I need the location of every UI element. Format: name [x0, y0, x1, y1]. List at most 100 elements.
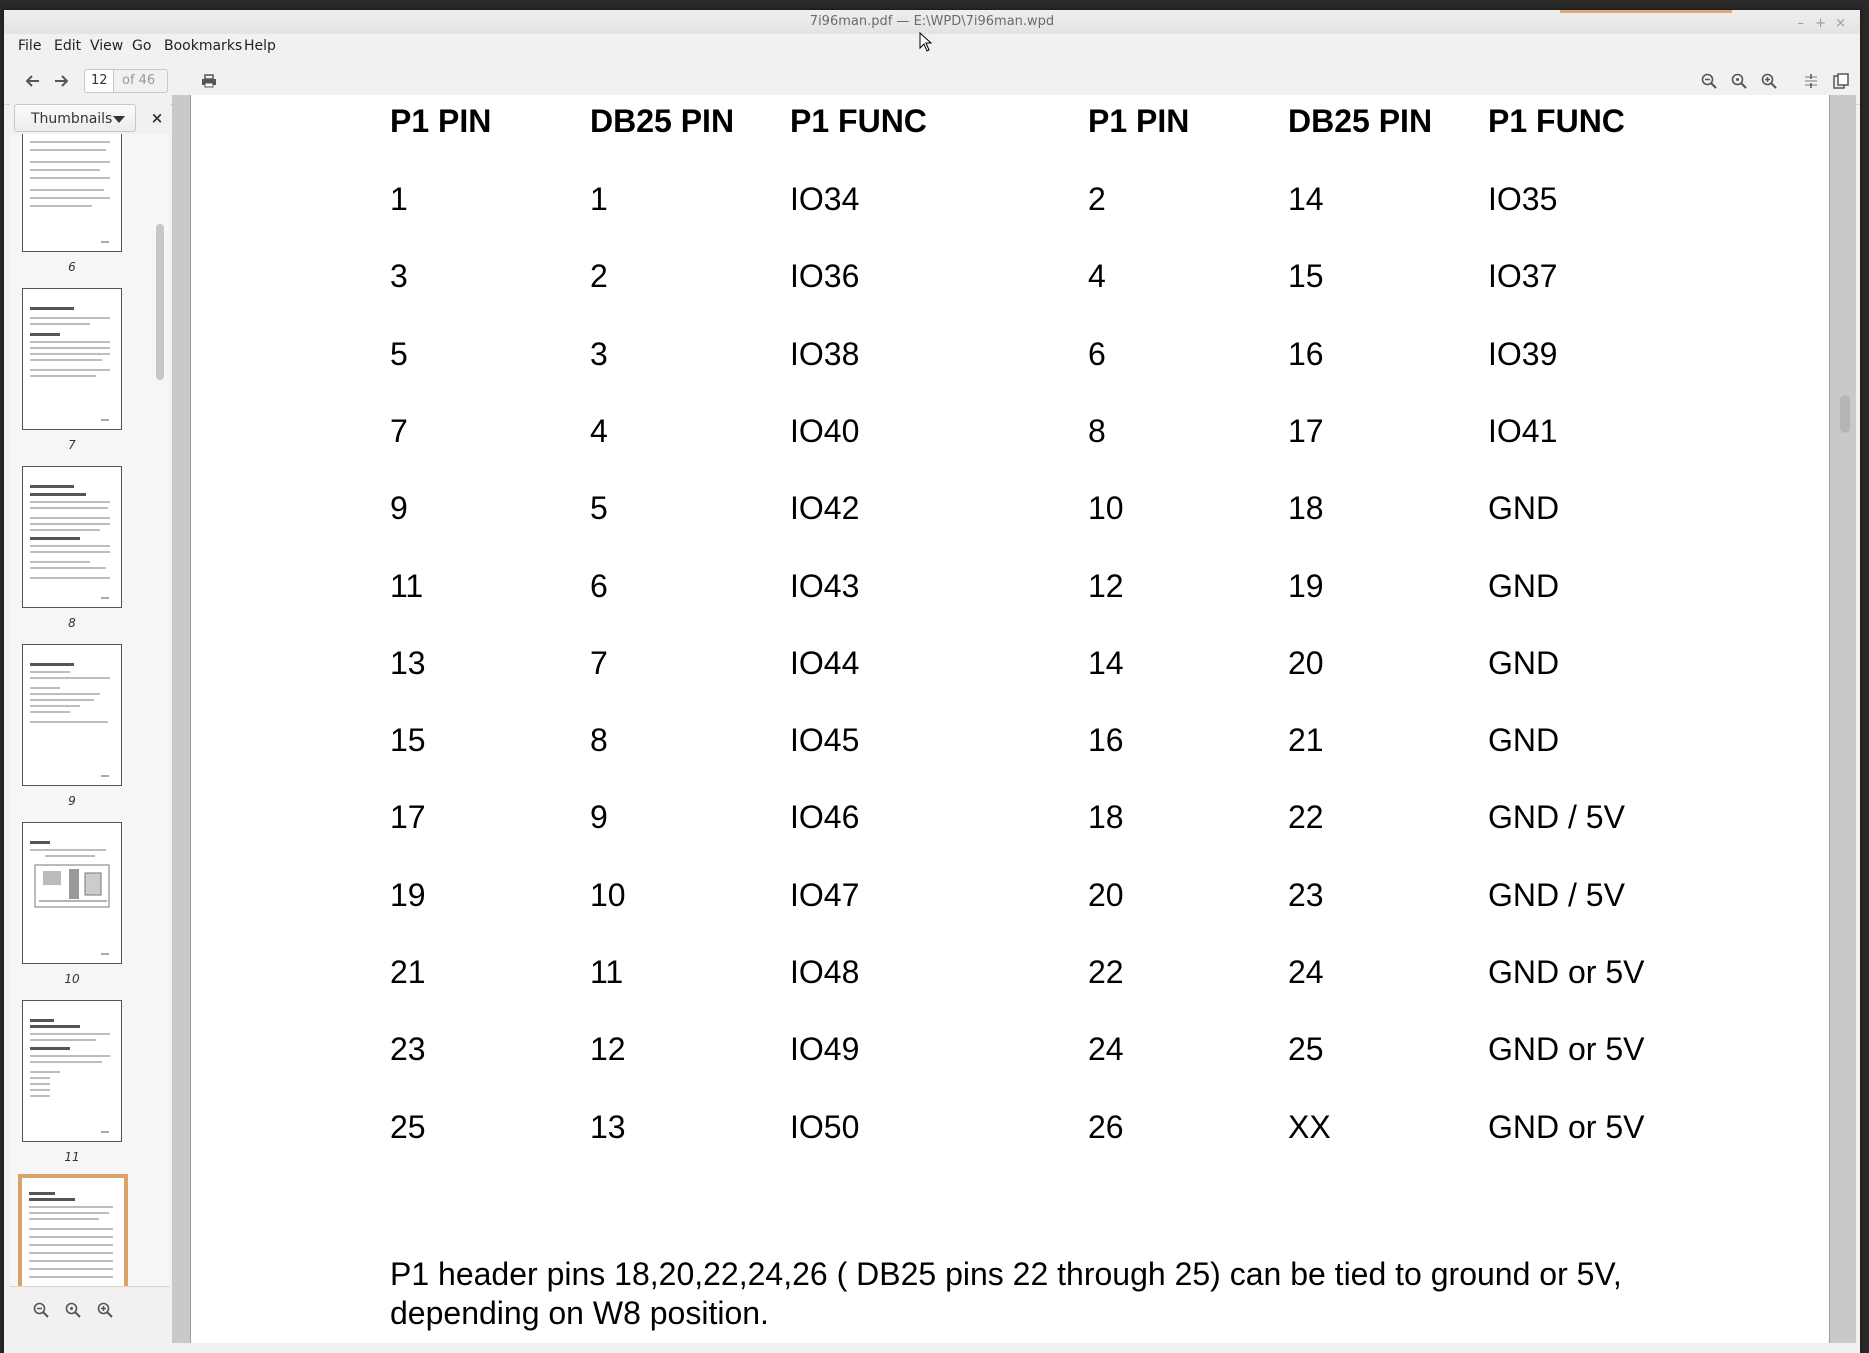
menu-file[interactable]: File	[18, 34, 41, 58]
document-scrollbar[interactable]	[1840, 395, 1850, 433]
table-cell: 7	[590, 644, 608, 681]
table-cell: IO43	[790, 567, 860, 604]
table-cell: 21	[390, 954, 426, 990]
table-cell: XX	[1288, 1108, 1331, 1145]
thumbnail-label: 8	[68, 616, 76, 630]
table-cell: 4	[1088, 258, 1106, 295]
table-cell: GND or 5V	[1488, 1108, 1645, 1145]
close-button[interactable]: ×	[1835, 12, 1846, 36]
table-cell: IO50	[790, 1108, 860, 1145]
header-p1-func-2: P1 FUNC	[1488, 103, 1625, 139]
table-cell: 25	[1288, 1031, 1324, 1068]
table-cell: IO38	[790, 335, 860, 372]
thumbnail-page-9[interactable]	[22, 644, 122, 786]
table-cell: 5	[590, 490, 608, 527]
sidebar-header: Thumbnails ×	[14, 104, 166, 134]
thumbnail-page-7[interactable]	[22, 288, 122, 430]
menu-view[interactable]: View	[90, 34, 123, 58]
thumbnail-page-8[interactable]	[22, 466, 122, 608]
thumbnail-page-6[interactable]	[22, 134, 122, 252]
table-cell: 3	[590, 335, 608, 372]
table-cell: 14	[1288, 181, 1324, 217]
zoom-in-icon[interactable]	[94, 1299, 116, 1321]
print-icon[interactable]	[198, 70, 220, 92]
table-cell: IO49	[790, 1031, 860, 1068]
thumbnail-list[interactable]: 6 7 8 9 10 11	[10, 134, 170, 1286]
forward-arrow-icon[interactable]	[50, 70, 72, 92]
table-cell: 20	[1288, 644, 1324, 681]
table-cell: GND / 5V	[1488, 799, 1625, 836]
thumbnail-label: 9	[68, 794, 76, 808]
pin-table: P1 PIN DB25 PIN P1 FUNC P1 PIN DB25 PIN P1 FU…	[191, 95, 1831, 1195]
thumbnail-label: 10	[64, 972, 80, 986]
table-cell: IO36	[790, 258, 860, 295]
table-cell: 18	[1088, 799, 1124, 836]
back-arrow-icon[interactable]	[22, 70, 44, 92]
minimize-button[interactable]: –	[1798, 12, 1805, 36]
thumbnail-label: 6	[68, 260, 76, 274]
fit-width-icon[interactable]	[1800, 70, 1822, 92]
menu-bookmarks[interactable]: Bookmarks	[164, 34, 242, 58]
table-cell: IO46	[790, 799, 860, 836]
thumbnail-page-11[interactable]	[22, 1000, 122, 1142]
table-cell: 9	[590, 799, 608, 836]
sidebar-scrollbar[interactable]	[156, 224, 164, 380]
table-cell: 5	[390, 335, 408, 372]
table-cell: 18	[1288, 490, 1324, 527]
maximize-button[interactable]: +	[1815, 12, 1826, 36]
zoom-reset-icon[interactable]	[1728, 70, 1750, 92]
table-cell: 9	[390, 490, 408, 527]
table-cell: 6	[590, 567, 608, 604]
table-cell: GND	[1488, 490, 1560, 527]
table-cell: GND / 5V	[1488, 876, 1625, 913]
menu-edit[interactable]: Edit	[54, 34, 81, 58]
table-cell: 13	[590, 1108, 626, 1145]
table-cell: 22	[1088, 954, 1124, 990]
table-cell: IO41	[1488, 412, 1558, 449]
zoom-out-icon[interactable]	[1698, 70, 1720, 92]
table-cell: 4	[590, 412, 608, 449]
table-cell: IO44	[790, 644, 860, 681]
zoom-in-icon[interactable]	[1758, 70, 1780, 92]
table-cell: IO48	[790, 954, 860, 990]
table-cell: IO45	[790, 722, 860, 759]
table-cell: GND or 5V	[1488, 1031, 1645, 1068]
sidebar-mode-label: Thumbnails	[31, 111, 113, 127]
table-cell: 2	[1088, 181, 1106, 217]
document-page: P1 PIN DB25 PIN P1 FUNC P1 PIN DB25 PIN P1 FU…	[190, 95, 1830, 1343]
sidebar-close-button[interactable]: ×	[148, 107, 166, 129]
table-cell: IO35	[1488, 181, 1558, 217]
title-bar: 7i96man.pdf — E:\WPD\7i96man.wpd – + ×	[4, 10, 1860, 34]
sidebar-zoom-bar	[10, 1286, 170, 1333]
table-cell: 16	[1288, 335, 1324, 372]
header-p1-func: P1 FUNC	[790, 103, 927, 139]
table-cell: 16	[1088, 722, 1124, 759]
table-cell: 8	[590, 722, 608, 759]
table-cell: GND	[1488, 644, 1560, 681]
header-p1-pin: P1 PIN	[390, 103, 492, 139]
table-cell: 17	[1288, 412, 1324, 449]
table-cell: 14	[1088, 644, 1124, 681]
table-cell: 21	[1288, 722, 1324, 759]
table-cell: 17	[390, 799, 426, 836]
dual-page-icon[interactable]	[1830, 70, 1852, 92]
table-cell: 6	[1088, 335, 1106, 372]
table-cell: IO39	[1488, 335, 1558, 372]
menu-help[interactable]: Help	[244, 34, 276, 58]
zoom-out-icon[interactable]	[30, 1299, 52, 1321]
table-cell: 7	[390, 412, 408, 449]
page-number-input[interactable]: 12	[84, 69, 114, 93]
sidebar-mode-select[interactable]: Thumbnails	[14, 104, 136, 132]
table-cell: 11	[390, 567, 424, 604]
table-cell: 20	[1088, 876, 1124, 913]
menu-go[interactable]: Go	[132, 34, 151, 58]
table-cell: IO37	[1488, 258, 1558, 295]
thumbnail-sidebar: Thumbnails × 6 7 8 9 10 11	[10, 94, 170, 1343]
table-cell: 2	[590, 258, 608, 295]
thumbnail-page-10[interactable]	[22, 822, 122, 964]
zoom-reset-icon[interactable]	[62, 1299, 84, 1321]
document-view[interactable]: P1 PIN DB25 PIN P1 FUNC P1 PIN DB25 PIN P1 FU…	[172, 95, 1856, 1343]
table-cell: 12	[1088, 567, 1124, 604]
table-cell: IO40	[790, 412, 860, 449]
thumbnail-page-12[interactable]	[18, 1174, 128, 1286]
